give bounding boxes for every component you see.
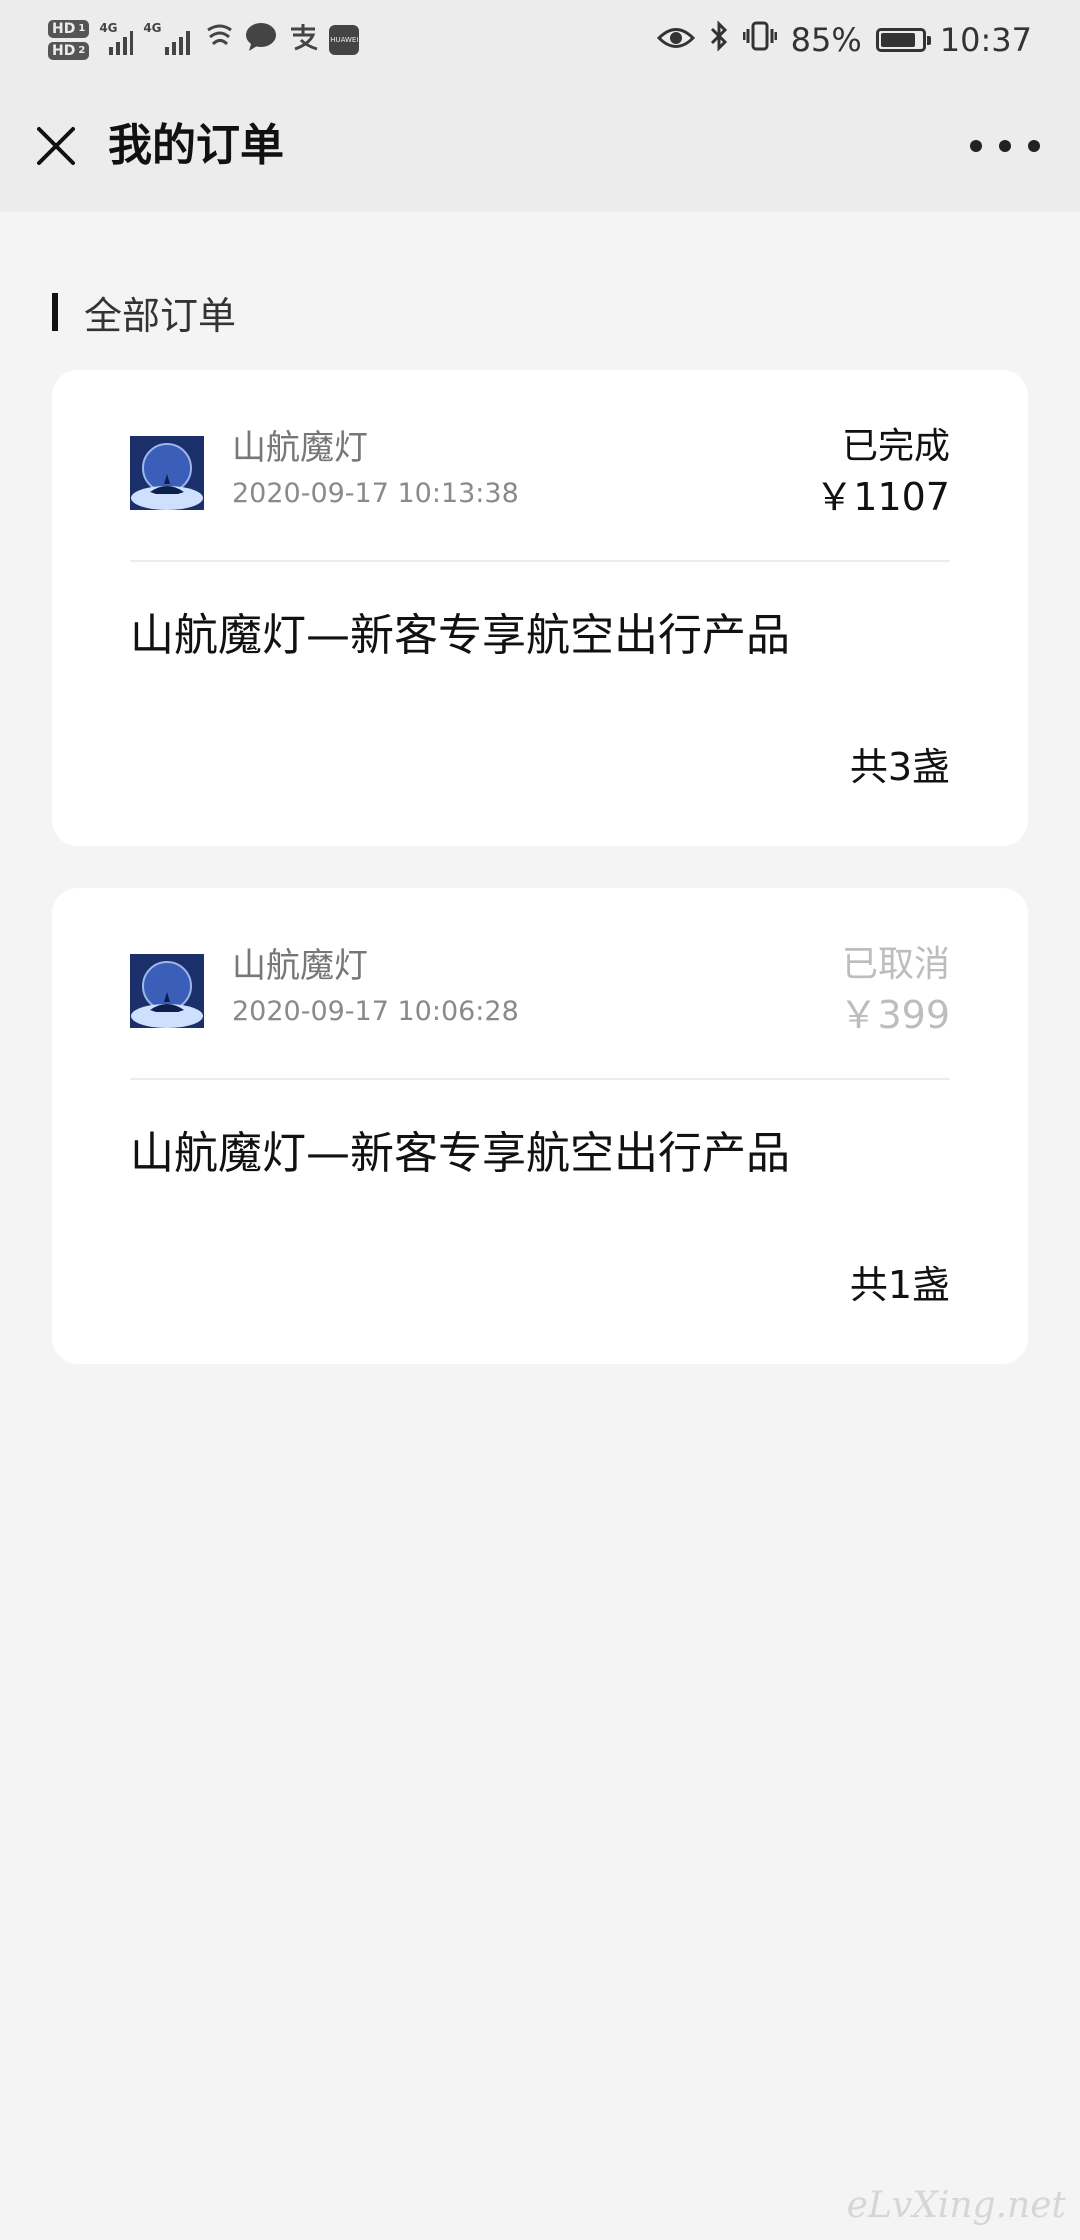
order-time: 2020-09-17 10:06:28	[232, 996, 519, 1027]
order-price: ￥1107	[815, 475, 950, 519]
vibrate-icon	[742, 20, 778, 60]
message-icon	[245, 22, 277, 58]
close-button[interactable]	[28, 118, 84, 174]
shop-name: 山航魔灯	[232, 428, 368, 468]
sim1-hd-icon: HD 1	[48, 20, 90, 38]
more-dot-icon	[1028, 140, 1040, 152]
battery-icon	[875, 28, 931, 52]
page-title: 我的订单	[108, 120, 284, 171]
signal-2-icon: 4G	[143, 21, 195, 55]
order-status: 已取消	[841, 944, 950, 985]
order-price: ￥399	[839, 993, 950, 1037]
divider	[130, 1078, 950, 1080]
status-right: 85% 10:37	[656, 10, 1032, 70]
close-icon	[37, 127, 75, 165]
battery-percent: 85%	[790, 21, 862, 59]
item-count: 共3盏	[849, 745, 950, 789]
sim2-hd-icon: HD 2	[48, 42, 90, 60]
watermark: eLvXing.net	[846, 2185, 1066, 2226]
sim-indicators: HD 1 HD 2	[48, 20, 90, 60]
shop-name: 山航魔灯	[232, 946, 368, 986]
nav-bar: 我的订单	[0, 80, 1080, 212]
section-title: 全部订单	[84, 293, 237, 338]
shop-avatar	[130, 436, 204, 510]
order-card[interactable]: 山航魔灯 2020-09-17 10:06:28 已取消 ￥399 山航魔灯—新…	[52, 888, 1028, 1364]
notification-app-icon	[205, 24, 235, 56]
order-card[interactable]: 山航魔灯 2020-09-17 10:13:38 已完成 ￥1107 山航魔灯—…	[52, 370, 1028, 846]
product-title: 山航魔灯—新客专享航空出行产品	[130, 1128, 790, 1179]
eye-comfort-icon	[656, 21, 695, 59]
more-button[interactable]	[970, 128, 1040, 164]
signal-1-icon: 4G	[99, 21, 134, 55]
alipay-icon	[287, 22, 319, 58]
order-status: 已完成	[841, 426, 950, 467]
huawei-app-icon: HUAWEI	[329, 25, 360, 55]
clock: 10:37	[939, 21, 1032, 59]
status-left: HD 1 HD 2 4G 4G HUAWEI	[48, 10, 360, 70]
item-count: 共1盏	[849, 1263, 950, 1307]
bluetooth-icon	[709, 20, 729, 60]
status-bar: HD 1 HD 2 4G 4G HUAWEI 85% 10:37	[0, 0, 1080, 80]
order-time: 2020-09-17 10:13:38	[232, 478, 519, 509]
product-title: 山航魔灯—新客专享航空出行产品	[130, 610, 790, 661]
more-dot-icon	[999, 140, 1011, 152]
divider	[130, 560, 950, 562]
section-accent-bar	[52, 293, 58, 331]
more-dot-icon	[970, 140, 982, 152]
section-header: 全部订单	[52, 290, 236, 338]
shop-avatar	[130, 954, 204, 1028]
